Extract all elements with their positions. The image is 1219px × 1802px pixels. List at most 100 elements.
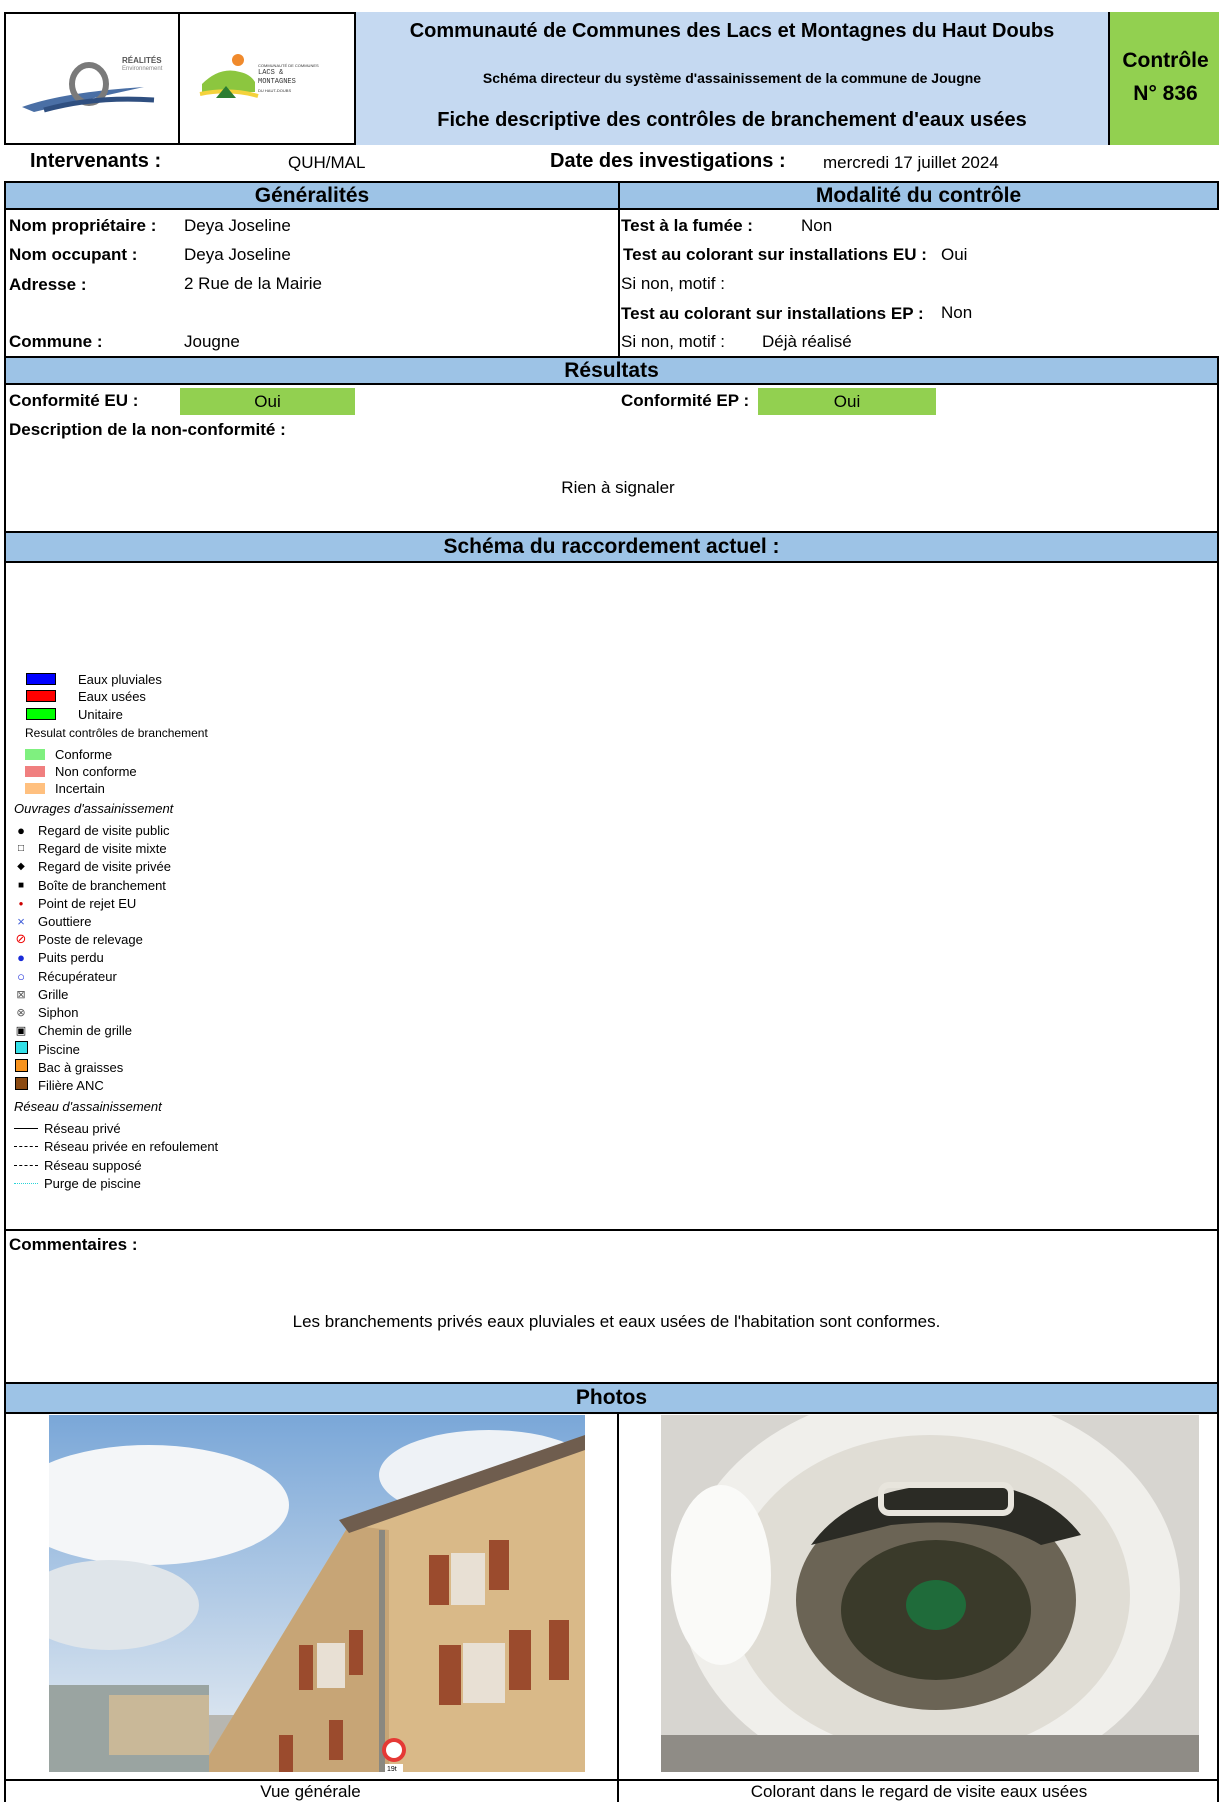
legend-work-8: ○ Récupérateur	[14, 967, 117, 985]
header-title-block: Communauté de Communes des Lacs et Monta…	[356, 12, 1108, 145]
blue-swatch-icon	[26, 673, 56, 685]
legend-work-14: Filière ANC	[14, 1076, 104, 1094]
legend-work-3: ■ Boîte de branchement	[14, 876, 166, 894]
commune-value: Jougne	[184, 332, 240, 351]
solid-line-icon	[14, 1127, 38, 1129]
legend-work-6: ⊘ Poste de relevage	[14, 930, 143, 948]
blue-circle-icon: ○	[17, 968, 25, 984]
legend-work-4: ● Point de rejet EU	[14, 894, 137, 912]
date-value: mercredi 17 juillet 2024	[823, 153, 999, 172]
cyan-square-icon	[14, 1041, 28, 1057]
legend-work-1: □ Regard de visite mixte	[14, 839, 167, 857]
caption-divider	[4, 1779, 1219, 1781]
schema-header: Schéma du raccordement actuel :	[4, 531, 1219, 563]
logo2-line3: MONTAGNES	[258, 78, 296, 86]
ep-conformity-label: Conformité EP :	[621, 391, 750, 410]
legend-work-13: Bac à graisses	[14, 1058, 123, 1076]
dye-eu-value: Oui	[941, 245, 968, 264]
target-circle-icon: ⊗	[16, 1006, 26, 1019]
brown-square-icon	[14, 1077, 28, 1093]
legend-label: Unitaire	[78, 706, 123, 722]
date-label: Date des investigations :	[550, 150, 786, 172]
legend-label: Réseau privée en refoulement	[44, 1138, 219, 1154]
comments-label: Commentaires :	[9, 1235, 138, 1254]
cclmhd-logo	[199, 54, 259, 98]
filled-dot-icon: ●	[17, 822, 25, 838]
legend-label: Eaux pluviales	[78, 671, 162, 687]
legend-label: Non conforme	[55, 763, 137, 779]
general-header: Généralités	[4, 181, 620, 210]
eu-conformity-label: Conformité EU :	[9, 391, 139, 410]
schema-title: Schéma du raccordement actuel :	[443, 535, 780, 558]
legend-work-2: ◆ Regard de visite privée	[14, 857, 171, 875]
legend-label: Poste de relevage	[38, 931, 143, 947]
legend-label: Réseau privé	[44, 1120, 121, 1136]
control-label: Contrôle	[1122, 49, 1209, 72]
legend-label: Filière ANC	[38, 1077, 104, 1093]
legend-work-5: × Gouttiere	[14, 912, 91, 930]
legend-network-2: Réseau supposé	[14, 1156, 142, 1174]
logo1-subtext: Environnement	[122, 66, 163, 72]
legend-label: Récupérateur	[38, 968, 117, 984]
grid-square-icon: ⊠	[16, 988, 26, 1001]
reason2-value: Déjà réalisé	[762, 332, 852, 351]
eu-conformity-value: Oui	[180, 388, 355, 415]
legend-eaux-pluviales: Eaux pluviales	[26, 670, 162, 688]
owner-value: Deya Joseline	[184, 216, 291, 235]
intervenants-label: Intervenants :	[30, 150, 162, 172]
dashed-line-icon	[14, 1164, 38, 1166]
owner-label: Nom propriétaire :	[9, 216, 157, 235]
dye-eu-label: Test au colorant sur installations EU :	[623, 245, 927, 264]
legend-label: Siphon	[38, 1004, 79, 1020]
photo-dye-test	[661, 1415, 1199, 1772]
legend-works-title: Ouvrages d'assainissement	[14, 800, 174, 816]
legend-label: Regard de visite privée	[38, 858, 171, 874]
occupant-value: Deya Joseline	[184, 245, 291, 264]
diamond-icon: ◆	[17, 860, 25, 872]
schema-subtitle: Schéma directeur du système d'assainisse…	[482, 70, 982, 86]
address-label: Adresse :	[9, 275, 87, 294]
legend-label: Conforme	[55, 746, 113, 762]
conforme-swatch-icon	[25, 748, 45, 760]
results-header: Résultats	[4, 356, 1219, 385]
legend-label: Grille	[38, 986, 69, 1002]
legend-work-9: ⊠ Grille	[14, 985, 68, 1003]
photos-header: Photos	[4, 1382, 1219, 1414]
legend-label: Gouttiere	[38, 913, 92, 929]
results-title: Résultats	[564, 358, 659, 382]
non-conforme-swatch-icon	[25, 765, 45, 777]
legend-work-0: ● Regard de visite public	[14, 821, 169, 839]
logo1-text: RÉALITÉS	[122, 56, 162, 65]
logo2-line1: COMMUNAUTÉ DE COMMUNES	[258, 63, 319, 68]
legend-work-11: ▣ Chemin de grille	[14, 1021, 132, 1039]
logo2-line4: DU HAUT-DOUBS	[258, 88, 292, 93]
legend-results-title: Resulat contrôles de branchement	[25, 726, 208, 740]
comments-box	[4, 1229, 1219, 1384]
dye-ep-label: Test au colorant sur installations EP :	[621, 304, 924, 323]
red-swatch-icon	[26, 690, 56, 702]
legend-label: Chemin de grille	[38, 1022, 132, 1038]
logo2-line2: LACS &	[258, 69, 284, 77]
dotted-square-icon: ▣	[15, 1024, 27, 1037]
control-number: N° 836	[1133, 82, 1198, 105]
filled-square-icon: ■	[17, 879, 25, 891]
smoke-test-label: Test à la fumée :	[621, 216, 753, 235]
logo-cell-2: COMMUNAUTÉ DE COMMUNES LACS & MONTAGNES …	[180, 12, 356, 145]
dash-dot-line-icon	[14, 1145, 38, 1147]
legend-unitaire: Unitaire	[26, 705, 123, 723]
legend-network-3: Purge de piscine	[14, 1174, 141, 1192]
legend-eaux-usees: Eaux usées	[26, 687, 146, 705]
legend-work-10: ⊗ Siphon	[14, 1003, 78, 1021]
legend-label: Piscine	[38, 1041, 80, 1057]
legend-network-0: Réseau privé	[14, 1119, 121, 1137]
legend-network-title: Réseau d'assainissement	[14, 1098, 162, 1114]
right-photo-caption: Colorant dans le regard de visite eaux u…	[750, 1782, 1088, 1801]
form-title: Fiche descriptive des contrôles de branc…	[437, 109, 1027, 131]
logo-cell-1: RÉALITÉS Environnement	[4, 12, 180, 145]
legend-label: Eaux usées	[78, 688, 146, 704]
legend-label: Réseau supposé	[44, 1157, 142, 1173]
legend-label: Boîte de branchement	[38, 877, 166, 893]
blue-cross-icon: ×	[17, 913, 25, 929]
modality-title: Modalité du contrôle	[815, 183, 1022, 207]
control-number-box: Contrôle N° 836	[1108, 12, 1219, 145]
